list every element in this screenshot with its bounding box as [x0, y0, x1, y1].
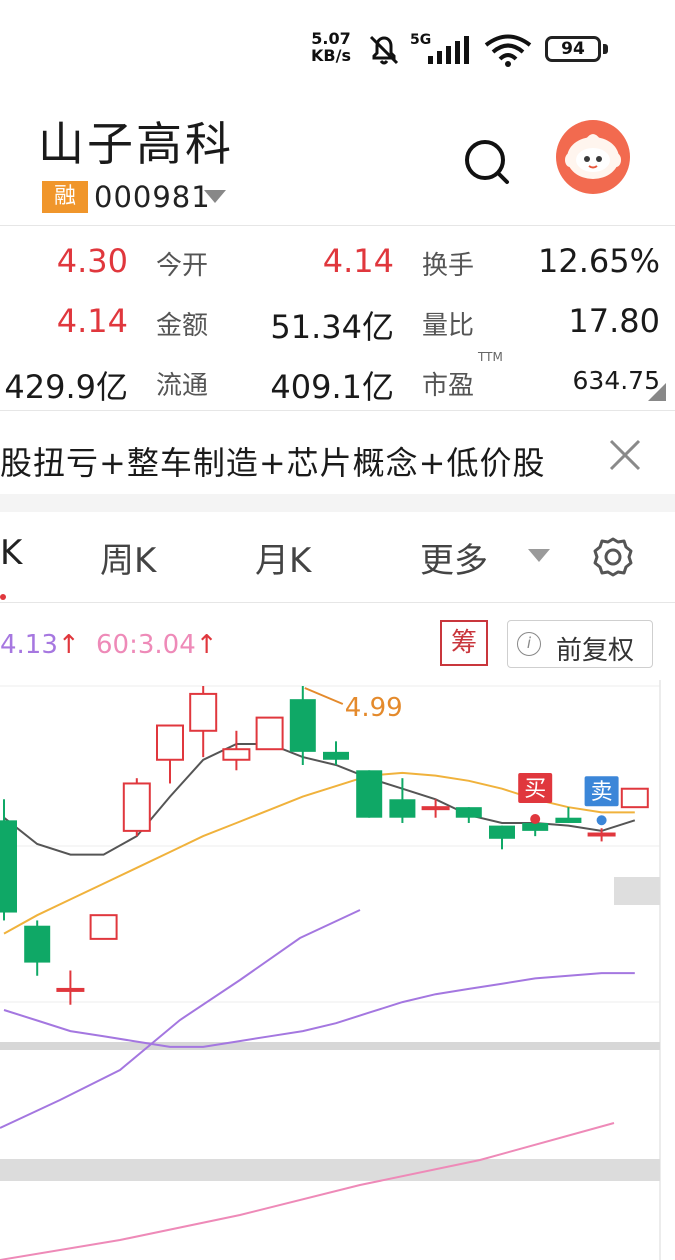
- ma-long-line: [3, 972, 635, 1048]
- candle-body: [323, 751, 349, 760]
- gear-icon[interactable]: [592, 536, 634, 578]
- tab-more[interactable]: 更多: [420, 533, 488, 582]
- search-icon[interactable]: [463, 138, 511, 186]
- quote-value: 51.34亿: [270, 308, 394, 346]
- quote-value: 17.80: [568, 302, 660, 340]
- candle-body: [255, 716, 284, 751]
- tab-week-k[interactable]: 周K: [100, 533, 156, 582]
- bell-muted-icon: [369, 35, 399, 65]
- candle-body: [56, 987, 85, 992]
- quote-value: 634.75: [572, 366, 660, 395]
- battery-level: 94: [545, 36, 601, 62]
- quote-label: 流通: [156, 371, 209, 401]
- candle-body: [156, 724, 184, 761]
- candle-body: [620, 787, 649, 809]
- candle-body: [489, 825, 515, 839]
- divider: [0, 602, 675, 603]
- divider: [0, 225, 675, 226]
- candle-body: [222, 748, 251, 761]
- buy-label: 买: [524, 777, 546, 802]
- expand-corner-icon[interactable]: [648, 383, 666, 401]
- candle-body: [455, 807, 482, 818]
- candle-body: [522, 822, 549, 831]
- concept-tags[interactable]: 股扭亏+整车制造+芯片概念+低价股: [0, 438, 545, 484]
- ma-long-line: [0, 909, 361, 1129]
- candle-body: [0, 820, 17, 913]
- ma-short-readout: 4.13↑: [0, 630, 80, 660]
- battery-icon: [603, 44, 608, 54]
- quote-label: 量比: [422, 311, 475, 341]
- kline-chart[interactable]: 4.99 买 卖: [0, 680, 675, 1260]
- panel-separator: [0, 1042, 660, 1050]
- quote-value: 12.65%: [537, 242, 660, 280]
- candle-body: [356, 770, 383, 818]
- active-tab-indicator: [0, 594, 6, 600]
- candle-body: [24, 925, 51, 963]
- quote-label: 换手: [422, 251, 475, 281]
- stock-code[interactable]: 000981: [94, 180, 211, 214]
- chip-distribution-button[interactable]: 筹: [440, 620, 488, 666]
- chevron-down-icon[interactable]: [528, 549, 550, 562]
- sell-dot: [596, 815, 607, 826]
- quote-value: 409.1亿: [270, 368, 394, 406]
- quote-label: 金额: [156, 311, 209, 341]
- close-icon[interactable]: [608, 438, 642, 472]
- network-speed: 5.07 KB/s: [311, 29, 351, 65]
- assistant-avatar[interactable]: [556, 120, 630, 194]
- candle-body: [289, 699, 316, 752]
- divider: [0, 410, 675, 411]
- panel-separator: [0, 1159, 660, 1181]
- margin-badge: 融: [42, 181, 88, 213]
- candle-body: [421, 806, 450, 811]
- ttm-suffix: TTM: [478, 350, 503, 364]
- high-marker-label: 4.99: [345, 693, 403, 723]
- ma60-readout: 60:3.04↑: [96, 630, 218, 660]
- wifi-icon: [484, 34, 532, 67]
- quote-value: 4.14: [322, 242, 394, 280]
- price-tag-band: [614, 877, 660, 905]
- candle-body: [389, 799, 416, 818]
- candle-body: [122, 782, 151, 832]
- chevron-down-icon[interactable]: [204, 190, 226, 203]
- buy-dot: [530, 813, 541, 824]
- ma60-line: [0, 1122, 615, 1260]
- tab-month-k[interactable]: 月K: [255, 533, 311, 582]
- quote-value: 4.14: [56, 302, 128, 340]
- assistant-mascot-icon: [565, 134, 621, 179]
- candle-body: [555, 817, 582, 823]
- sell-label: 卖: [591, 780, 613, 805]
- tab-day-k[interactable]: K: [0, 533, 22, 573]
- info-icon[interactable]: i: [517, 632, 541, 656]
- quote-label: 今开: [156, 251, 209, 281]
- candle-body: [89, 914, 118, 940]
- candle-body: [189, 692, 218, 732]
- section-gap: [0, 494, 675, 512]
- candle-body: [587, 832, 616, 837]
- stock-name: 山子高科: [38, 117, 234, 171]
- adjust-mode-label: 前复权: [556, 636, 635, 666]
- quote-value: 4.30: [56, 242, 128, 280]
- signal-icon: [428, 36, 469, 64]
- quote-value: 429.9亿: [4, 368, 128, 406]
- quote-label: 市盈: [422, 371, 475, 401]
